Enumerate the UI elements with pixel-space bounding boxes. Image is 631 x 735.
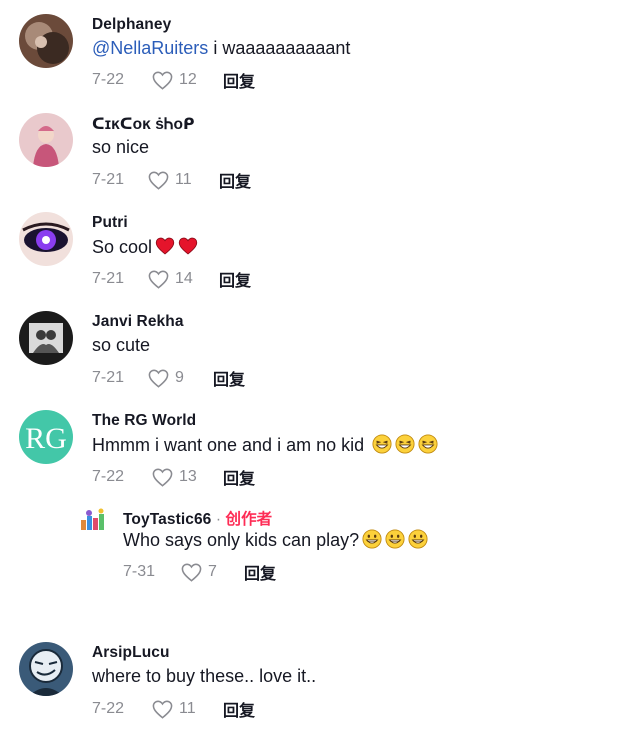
comment-date: 7-21: [92, 171, 125, 188]
like-button[interactable]: 9: [148, 369, 203, 388]
comment-text: Hmmm i want one and i am no kid: [92, 434, 438, 456]
heart-outline-icon: [148, 369, 169, 388]
comment-text: @NellaRuiters i waaaaaaaaaant: [92, 38, 351, 58]
avatar[interactable]: [19, 642, 73, 696]
comment-date: 7-31: [123, 563, 156, 580]
comment-meta: 7-22 12 回复: [92, 68, 255, 92]
reply-button[interactable]: 回复: [223, 465, 255, 489]
comment-meta: 7-22 13 回复: [92, 465, 255, 489]
svg-text:RG: RG: [25, 422, 67, 455]
username: ToyTastic66 · 创作者: [123, 507, 272, 529]
like-button[interactable]: 11: [152, 700, 213, 719]
grinning-squinting-emoji: [395, 434, 415, 454]
grinning-squinting-emoji: [372, 434, 392, 454]
username[interactable]: ᑕɪĸᑕᴏĸ ṡᏂᴏᑭ: [92, 115, 195, 134]
comment-meta: 7-22 11 回复: [92, 697, 255, 721]
comment-meta: 7-21 9 回复: [92, 366, 245, 390]
like-count: 12: [179, 71, 197, 88]
comment-text: Who says only kids can play?: [123, 529, 428, 551]
comment-text: where to buy these.. love it..: [92, 666, 317, 686]
username[interactable]: The RG World: [92, 412, 196, 430]
grinning-emoji: [362, 529, 382, 549]
heart-outline-icon: [181, 563, 202, 582]
like-button[interactable]: 12: [152, 71, 213, 90]
comment-text: so nice: [92, 137, 150, 157]
reply-button[interactable]: 回复: [213, 366, 245, 390]
separator: ·: [211, 511, 226, 528]
like-button[interactable]: 13: [152, 468, 213, 487]
like-button[interactable]: 14: [148, 270, 209, 289]
grinning-emoji: [385, 529, 405, 549]
like-button[interactable]: 7: [181, 563, 234, 582]
comment-text: So cool: [92, 236, 198, 258]
heart-outline-icon: [148, 171, 169, 190]
reply-button[interactable]: 回复: [219, 168, 251, 192]
creator-badge: 创作者: [225, 511, 273, 528]
comment-date: 7-22: [92, 700, 125, 717]
comment-meta: 7-21 14 回复: [92, 267, 251, 291]
heart-outline-icon: [148, 270, 169, 289]
like-button[interactable]: 11: [148, 171, 209, 190]
grinning-squinting-emoji: [418, 434, 438, 454]
red-heart-emoji: [155, 237, 175, 255]
username[interactable]: ArsipLucu: [92, 644, 170, 662]
comment-date: 7-21: [92, 270, 125, 287]
heart-outline-icon: [152, 700, 173, 719]
comment-date: 7-22: [92, 71, 125, 88]
avatar[interactable]: [19, 14, 73, 68]
comment-date: 7-21: [92, 369, 125, 386]
reply-button[interactable]: 回复: [223, 697, 255, 721]
comment-meta: 7-21 11 回复: [92, 168, 251, 192]
like-count: 7: [208, 563, 217, 580]
reply-button[interactable]: 回复: [244, 560, 276, 584]
username[interactable]: Putri: [92, 214, 128, 232]
like-count: 11: [175, 171, 192, 188]
avatar[interactable]: [19, 212, 73, 266]
reply-button[interactable]: 回复: [223, 68, 255, 92]
comment-date: 7-22: [92, 468, 125, 485]
avatar[interactable]: [79, 506, 107, 534]
like-count: 11: [179, 700, 196, 717]
heart-outline-icon: [152, 468, 173, 487]
reply-username[interactable]: ToyTastic66: [123, 511, 211, 528]
avatar[interactable]: [19, 113, 73, 167]
comment-meta: 7-31 7 回复: [123, 560, 276, 584]
avatar[interactable]: [19, 311, 73, 365]
avatar[interactable]: RG: [19, 410, 73, 464]
heart-outline-icon: [152, 71, 173, 90]
username[interactable]: Delphaney: [92, 16, 171, 34]
username[interactable]: Janvi Rekha: [92, 313, 184, 331]
mention-link[interactable]: @NellaRuiters: [92, 38, 208, 58]
like-count: 9: [175, 369, 184, 386]
grinning-emoji: [408, 529, 428, 549]
comment-text: so cute: [92, 335, 151, 355]
like-count: 13: [179, 468, 197, 485]
like-count: 14: [175, 270, 193, 287]
red-heart-emoji: [178, 237, 198, 255]
reply-button[interactable]: 回复: [219, 267, 251, 291]
